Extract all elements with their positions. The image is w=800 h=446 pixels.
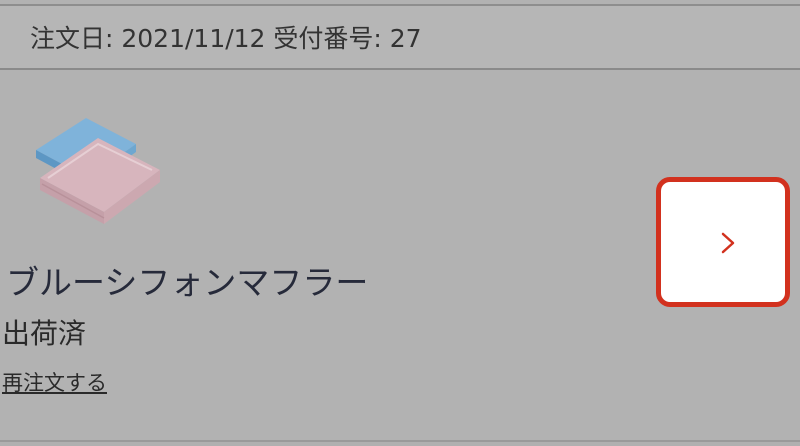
bottom-divider <box>0 440 800 446</box>
reorder-link[interactable]: 再注文する <box>2 370 107 396</box>
order-detail-button[interactable] <box>656 177 790 307</box>
product-name: ブルーシフォンマフラー <box>6 263 369 302</box>
order-info-text: 注文日: 2021/11/12 受付番号: 27 <box>30 24 422 53</box>
chevron-right-icon <box>721 232 735 254</box>
product-thumbnail <box>28 108 168 226</box>
order-header: 注文日: 2021/11/12 受付番号: 27 <box>0 6 800 70</box>
folded-scarf-image <box>36 118 160 224</box>
shipping-status: 出荷済 <box>2 317 87 350</box>
